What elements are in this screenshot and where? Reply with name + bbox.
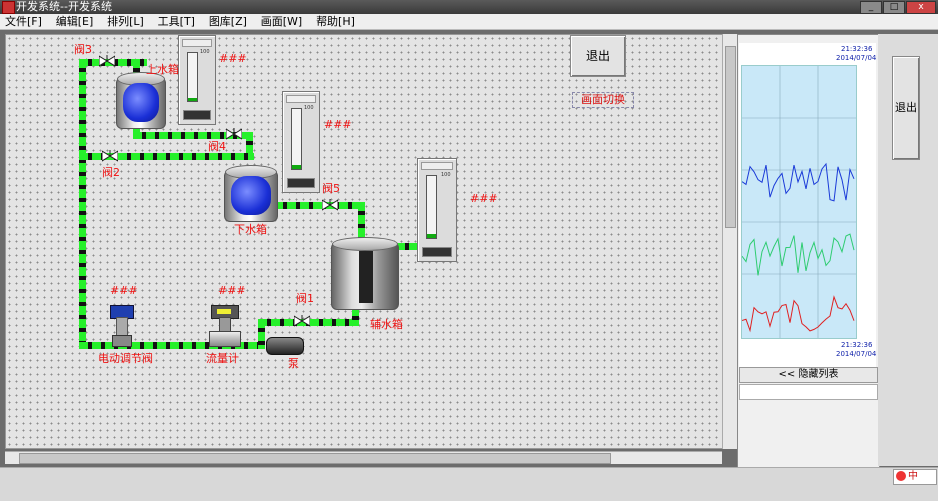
canvas-horizontal-scrollbar[interactable] [5,451,722,464]
gauge-scale: 100 [200,49,210,55]
upper-tank-label: 上水箱 [146,63,179,76]
canvas-vertical-scrollbar[interactable] [722,34,737,449]
upper-level-gauge[interactable]: 100 [178,35,216,125]
menu-arrange[interactable]: 排列[L] [102,14,149,29]
window-title: 开发系统--开发系统 [16,0,112,13]
upper-value-placeholder: ### [219,52,247,65]
trend-series-line [742,233,855,276]
valve4-label: 阀4 [208,140,226,153]
app-logo-icon [2,1,15,14]
valve2-icon[interactable] [102,150,118,162]
minimize-button[interactable]: _ [860,1,882,14]
title-bar: 开发系统--开发系统 _ □ x [0,0,938,14]
valve3-label: 阀3 [74,43,92,56]
trend-chart[interactable]: 21:32:36 2014/07/04 21:32:36 2014/07/04 [739,43,876,368]
menu-edit[interactable]: 编辑[E] [51,14,99,29]
pipe-aux-gauge [396,243,418,250]
lower-level-gauge[interactable]: 100 [282,91,320,193]
gauge-fill-aux [427,234,436,238]
menu-screen[interactable]: 画面[W] [256,14,307,29]
menu-file[interactable]: 文件[F] [0,14,47,29]
valve1-icon[interactable] [294,315,310,327]
lower-tank[interactable] [224,165,278,222]
menu-tools[interactable]: 工具[T] [153,14,200,29]
trend-series-line [742,162,855,202]
screen-switch-button[interactable]: 画面切换 [572,92,634,108]
trend-top-time: 21:32:36 [841,45,873,53]
menu-help[interactable]: 帮助[H] [311,14,360,29]
pipe-pump-riser [258,319,265,349]
trend-top-date: 2014/07/04 [836,54,877,62]
valve5-label: 阀5 [322,182,340,195]
valve3-icon[interactable] [99,55,115,67]
aux-tank-label: 辅水箱 [370,318,403,331]
status-bar: 中 [0,467,938,501]
menu-bar: 文件[F] 编辑[E] 排列[L] 工具[T] 图库[Z] 画面[W] 帮助[H… [0,14,938,30]
trend-series-line [742,295,855,333]
pump-label: 泵 [288,357,299,370]
gauge-fill-lower [292,165,301,169]
ime-logo-icon [896,471,906,481]
pipe-lower-out [274,202,364,209]
valve4-icon[interactable] [226,128,242,140]
lower-tank-water [231,176,271,215]
aux-tank[interactable] [331,237,399,310]
pump[interactable] [266,337,304,355]
valve5-icon[interactable] [322,199,338,211]
valve1-label: 阀1 [296,292,314,305]
trend-lines [742,66,856,338]
exit-button[interactable]: 退出 [570,35,626,77]
lower-value-placeholder: ### [324,118,352,131]
electric-value-placeholder: ### [110,284,138,297]
hide-list-button[interactable]: << 隐藏列表 [739,367,878,383]
design-canvas[interactable]: 100 100 100 阀3 上水箱 ### 阀4 阀2 ### 阀5 下水箱 … [5,34,724,449]
trend-bottom-time: 21:32:36 [841,341,873,349]
list-header [739,384,878,400]
right-exit-button[interactable]: 退出 [892,56,920,160]
pipe-to-aux [358,202,365,240]
flow-meter[interactable] [209,305,241,349]
flow-meter-label: 流量计 [206,352,239,365]
gauge-fill-upper [188,98,197,101]
electric-valve-label: 电动调节阀 [98,352,153,365]
menu-gallery[interactable]: 图库[Z] [204,14,252,29]
pipe-left-vertical [79,59,86,349]
close-button[interactable]: x [906,1,936,14]
right-side-area: 退出 [878,34,938,466]
trend-plot-area [741,65,857,339]
maximize-button[interactable]: □ [883,1,905,14]
lower-tank-label: 下水箱 [234,223,267,236]
aux-level-gauge[interactable]: 100 [417,158,457,262]
ime-indicator[interactable]: 中 [893,469,937,485]
upper-tank[interactable] [116,72,166,129]
valve2-label: 阀2 [102,166,120,179]
upper-tank-water [122,83,160,122]
trend-bottom-date: 2014/07/04 [836,350,877,358]
aux-value-placeholder: ### [470,192,498,205]
electric-valve[interactable] [110,305,134,347]
flow-value-placeholder: ### [218,284,246,297]
aux-tank-window [359,251,373,303]
